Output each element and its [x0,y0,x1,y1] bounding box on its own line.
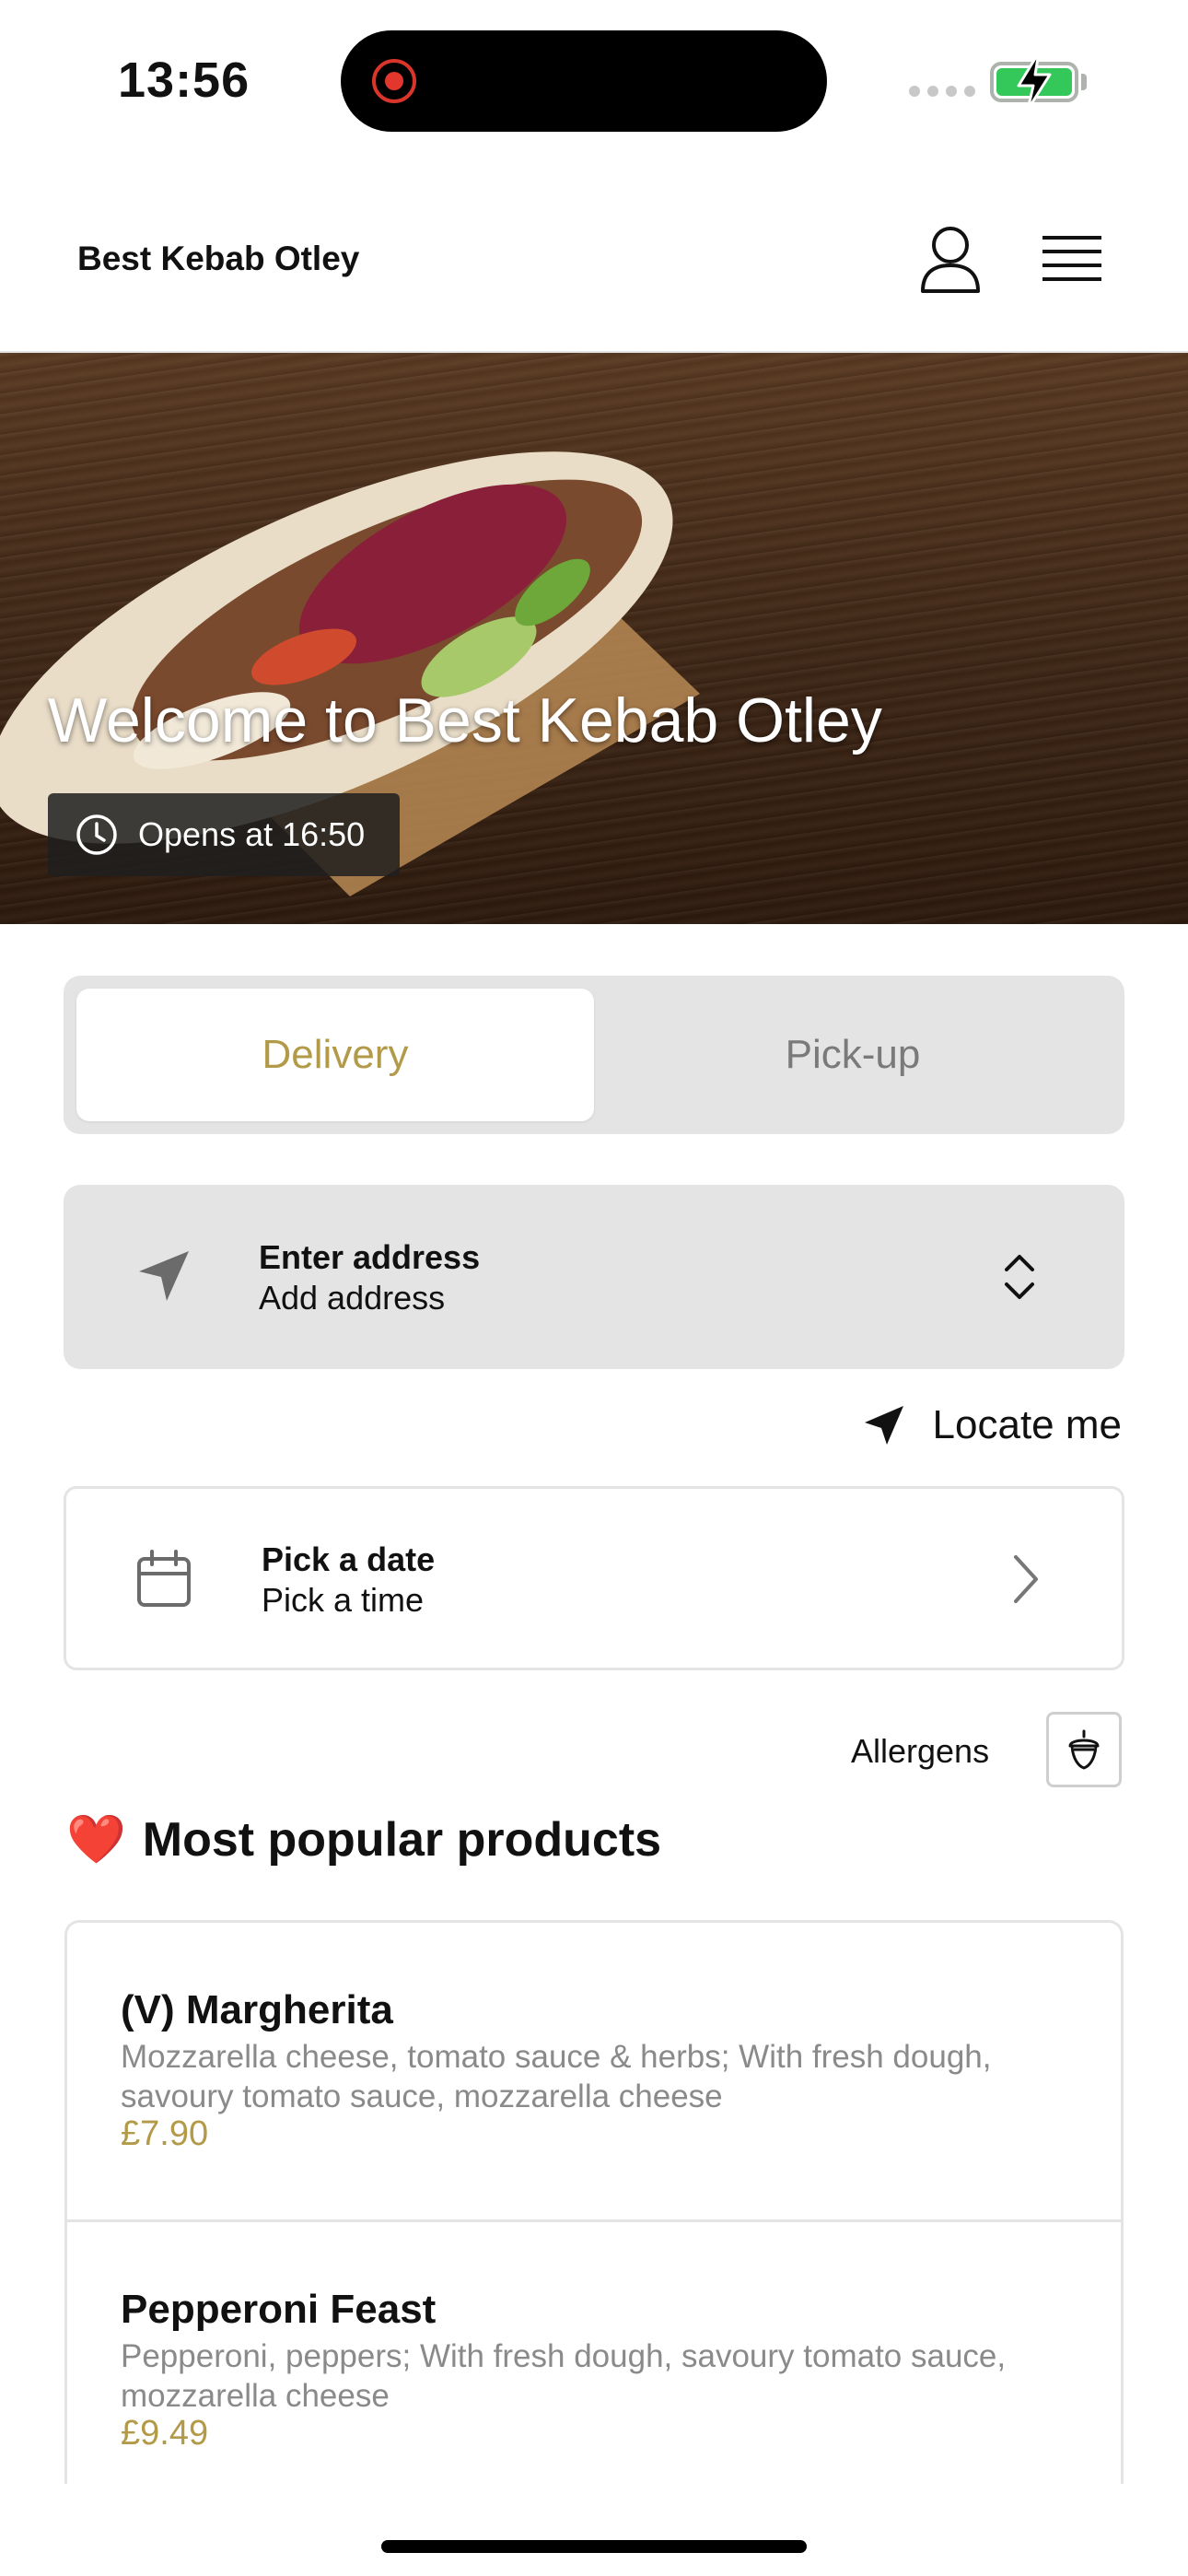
popular-products-title: ❤️ Most popular products [66,1811,661,1868]
product-card[interactable]: (V) Margherita Mozzarella cheese, tomato… [67,1923,1121,2222]
hero-banner: Welcome to Best Kebab Otley Opens at 16:… [0,353,1188,924]
app-header: Best Kebab Otley [0,166,1188,353]
product-name: (V) Margherita [121,1987,393,2032]
calendar-icon [137,1550,191,1607]
status-time: 13:56 [118,53,250,108]
section-title-text: Most popular products [142,1812,662,1867]
tab-delivery[interactable]: Delivery [76,989,594,1121]
address-title: Enter address [259,1238,481,1276]
charging-bolt-icon [1017,51,1052,111]
product-name: Pepperoni Feast [121,2287,437,2332]
dynamic-island [341,30,827,132]
tab-pickup[interactable]: Pick-up [594,989,1112,1121]
address-selector[interactable]: Enter address Add address [64,1185,1124,1369]
product-price: £7.90 [121,2114,209,2153]
order-mode-toggle: Delivery Pick-up [64,976,1124,1134]
allergens-label[interactable]: Allergens [851,1732,989,1771]
product-price: £9.49 [121,2414,209,2453]
clock-icon [76,814,117,855]
chevron-up-down-icon [1005,1255,1034,1299]
product-description: Mozzarella cheese, tomato sauce & herbs;… [121,2039,992,2114]
account-button[interactable] [917,225,984,295]
brand-name[interactable]: Best Kebab Otley [77,240,359,278]
heart-icon: ❤️ [66,1813,126,1867]
status-bar: 13:56 [0,0,1188,166]
opening-hours-badge: Opens at 16:50 [48,793,400,876]
schedule-selector[interactable]: Pick a date Pick a time [64,1486,1124,1670]
chevron-right-icon [1014,1555,1038,1603]
recording-indicator-icon [372,59,416,103]
signal-icon [909,86,975,97]
acorn-icon [1068,1729,1100,1770]
menu-button[interactable] [1041,232,1105,287]
home-indicator[interactable] [381,2540,807,2553]
battery-cap [1081,74,1087,90]
hero-title: Welcome to Best Kebab Otley [48,685,882,755]
time-subtitle: Pick a time [262,1581,425,1619]
navigation-arrow-icon [139,1251,189,1301]
product-list: (V) Margherita Mozzarella cheese, tomato… [64,1920,1124,2484]
locate-arrow-icon [864,1406,903,1445]
menu-icon [1042,236,1101,281]
locate-me-label: Locate me [932,1402,1122,1447]
address-subtitle: Add address [259,1279,446,1317]
opening-hours-text: Opens at 16:50 [138,815,366,853]
product-description: Pepperoni, peppers; With fresh dough, sa… [121,2338,1007,2414]
locate-me-button[interactable]: Locate me [863,1402,1122,1448]
allergens-button[interactable] [1046,1712,1122,1787]
product-card[interactable]: Pepperoni Feast Pepperoni, peppers; With… [67,2222,1121,2484]
date-title: Pick a date [262,1540,436,1578]
user-icon [921,227,980,293]
